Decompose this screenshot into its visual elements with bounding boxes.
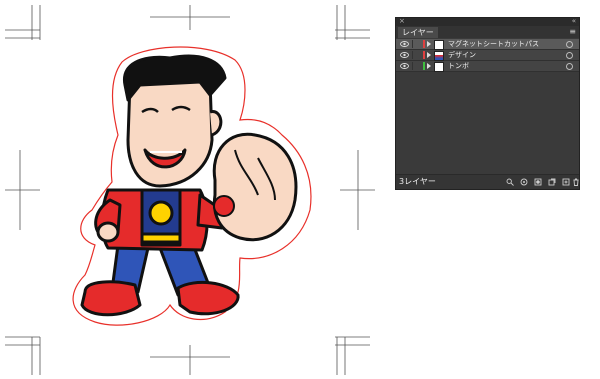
layer-row-design[interactable]: デザイン xyxy=(396,50,579,61)
make-clipping-mask-icon[interactable] xyxy=(534,178,542,186)
character-illustration xyxy=(80,54,298,317)
expand-triangle-icon[interactable] xyxy=(427,63,431,69)
eye-icon[interactable] xyxy=(400,62,409,70)
layer-thumbnail xyxy=(434,40,444,50)
panel-status-bar: 3レイヤー xyxy=(396,174,579,189)
lock-toggle[interactable] xyxy=(412,40,421,48)
layer-name[interactable]: マグネットシートカットパス xyxy=(448,39,539,50)
lock-toggle[interactable] xyxy=(412,62,421,70)
layer-color-indicator xyxy=(423,40,425,48)
layer-count: 3レイヤー xyxy=(399,177,436,186)
panel-menu-button[interactable]: ≡ xyxy=(569,27,576,37)
panel-title-bar[interactable]: × « xyxy=(396,17,579,26)
layer-thumbnail xyxy=(434,62,444,72)
target-icon[interactable] xyxy=(566,41,573,48)
eye-icon[interactable] xyxy=(400,40,409,48)
expand-triangle-icon[interactable] xyxy=(427,41,431,47)
layer-color-indicator xyxy=(423,62,425,70)
layer-row-magnet-cut-path[interactable]: マグネットシートカットパス xyxy=(396,39,579,50)
new-sublayer-icon[interactable] xyxy=(548,178,556,186)
layer-color-indicator xyxy=(423,51,425,59)
close-panel-button[interactable]: × xyxy=(399,17,405,26)
layer-thumbnail xyxy=(434,51,444,61)
locate-object-icon[interactable] xyxy=(520,178,528,186)
search-icon[interactable] xyxy=(506,178,514,186)
target-icon[interactable] xyxy=(566,52,573,59)
layer-row-crop-marks[interactable]: トンボ xyxy=(396,61,579,72)
collapse-panel-button[interactable]: « xyxy=(572,17,576,26)
layers-panel: × « レイヤー ≡ マグネットシートカットパス デザイン トンボ 3レイヤー xyxy=(395,17,580,190)
layer-name[interactable]: トンボ xyxy=(448,61,469,72)
trash-icon[interactable] xyxy=(572,178,580,186)
tab-layers[interactable]: レイヤー xyxy=(398,27,438,38)
expand-triangle-icon[interactable] xyxy=(427,52,431,58)
lock-toggle[interactable] xyxy=(412,51,421,59)
new-layer-icon[interactable] xyxy=(562,178,570,186)
panel-tab-bar: レイヤー ≡ xyxy=(396,26,579,38)
target-icon[interactable] xyxy=(566,63,573,70)
layer-name[interactable]: デザイン xyxy=(448,50,476,61)
eye-icon[interactable] xyxy=(400,51,409,59)
